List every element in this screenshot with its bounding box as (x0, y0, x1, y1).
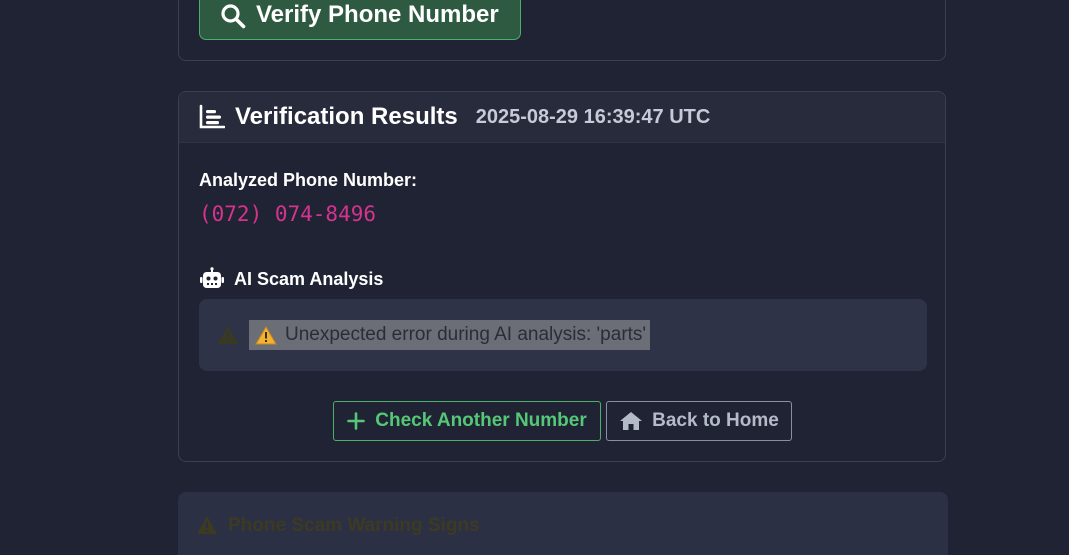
bar-chart-icon (199, 104, 225, 129)
verify-form-card: Verify Phone Number (178, 0, 946, 61)
warning-emoji-icon (255, 325, 277, 344)
verification-results-card: Verification Results 2025-08-29 16:39:47… (178, 91, 946, 462)
verify-phone-button-label: Verify Phone Number (256, 1, 499, 28)
ai-analysis-alert: Unexpected error during AI analysis: 'pa… (199, 299, 927, 371)
page: Verify Phone Number Verification Results… (0, 0, 1069, 555)
results-timestamp: 2025-08-29 16:39:47 UTC (475, 105, 711, 128)
home-icon (620, 412, 643, 430)
ai-analysis-heading: AI Scam Analysis (199, 267, 383, 291)
ai-error-message: Unexpected error during AI analysis: 'pa… (249, 320, 651, 350)
warning-icon (218, 326, 238, 344)
plus-icon (347, 412, 366, 430)
analyzed-phone-label: Analyzed Phone Number: (199, 170, 418, 190)
ai-error-text: Unexpected error during AI analysis: 'pa… (285, 324, 647, 345)
results-header: Verification Results 2025-08-29 16:39:47… (179, 92, 945, 143)
back-to-home-label: Back to Home (652, 410, 779, 431)
scam-warning-signs-title: Phone Scam Warning Signs (228, 515, 480, 536)
analyzed-phone-number: (072) 074-8496 (199, 202, 377, 226)
check-another-number-button[interactable]: Check Another Number (333, 401, 601, 441)
check-another-number-label: Check Another Number (375, 410, 587, 431)
verify-phone-button[interactable]: Verify Phone Number (199, 0, 521, 40)
robot-icon (200, 267, 224, 288)
scam-warning-signs-card: Phone Scam Warning Signs (178, 492, 948, 555)
ai-analysis-title: AI Scam Analysis (234, 268, 384, 289)
results-title: Verification Results (235, 103, 458, 130)
back-to-home-button[interactable]: Back to Home (606, 401, 792, 441)
search-icon (221, 4, 246, 29)
warning-icon (197, 516, 217, 534)
result-actions: Check Another Number Back to Home (333, 401, 792, 441)
